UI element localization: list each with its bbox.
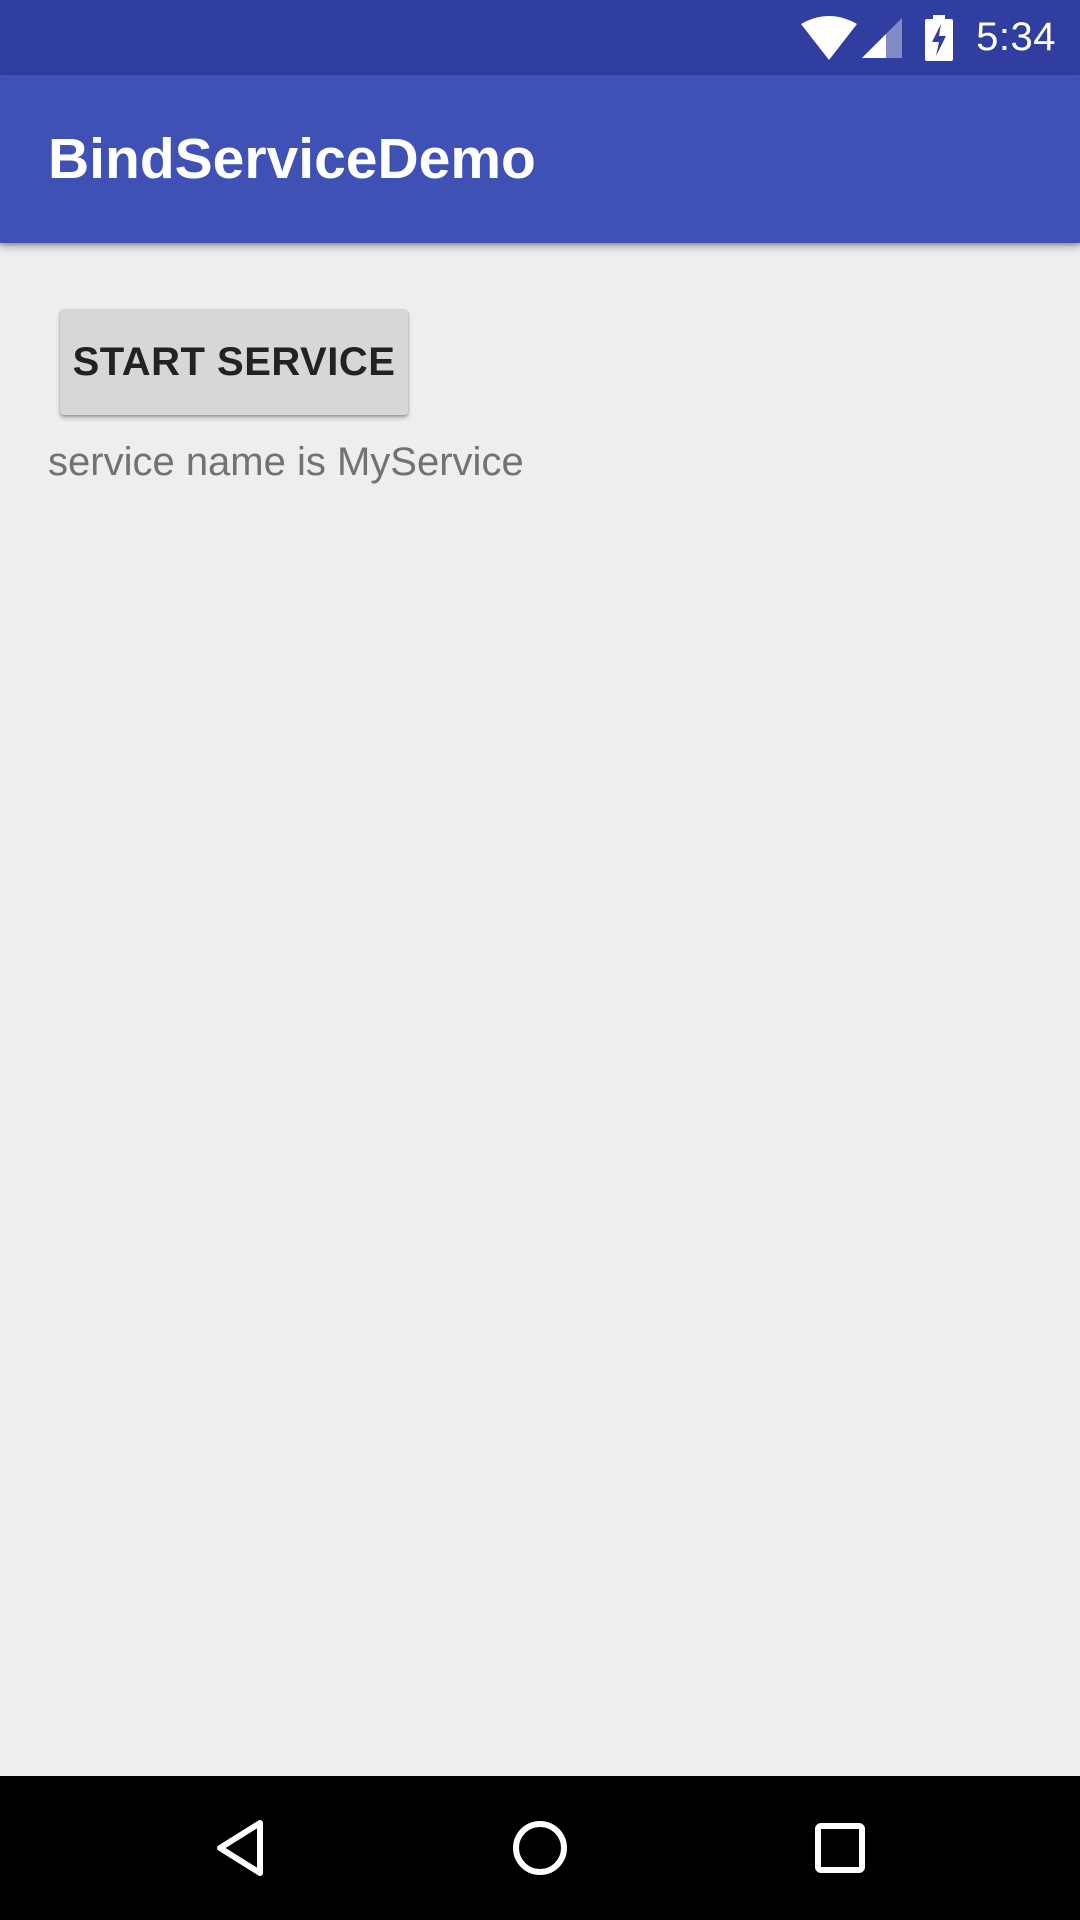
- status-icons: 5:34: [800, 0, 1056, 75]
- signal-icon: [862, 17, 903, 58]
- status-bar: 5:34: [0, 0, 1080, 75]
- home-icon: [513, 1821, 567, 1875]
- service-name-text: service name is MyService: [48, 440, 524, 484]
- navigation-bar: [0, 1776, 1080, 1920]
- home-button[interactable]: [460, 1776, 620, 1920]
- recents-icon: [815, 1823, 865, 1873]
- status-clock: 5:34: [976, 15, 1056, 59]
- back-icon: [217, 1820, 263, 1876]
- app-title: BindServiceDemo: [48, 127, 536, 191]
- wifi-icon: [801, 15, 858, 60]
- back-button[interactable]: [160, 1776, 320, 1920]
- app-screen: 5:34 BindServiceDemo START SERVICE servi…: [0, 0, 1080, 1920]
- battery-charging-icon: [925, 14, 954, 61]
- app-bar: BindServiceDemo: [0, 75, 1080, 243]
- start-service-button[interactable]: START SERVICE: [60, 309, 408, 415]
- recents-button[interactable]: [760, 1776, 920, 1920]
